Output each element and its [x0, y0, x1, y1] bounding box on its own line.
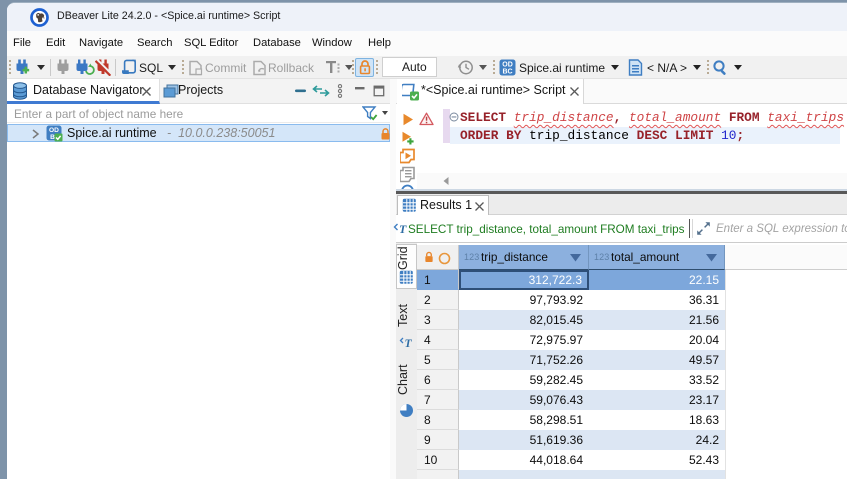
svg-text:B: B: [50, 134, 55, 141]
svg-text:BC: BC: [502, 69, 512, 76]
svg-text:T: T: [405, 338, 413, 350]
svg-text:T: T: [399, 222, 407, 236]
svg-text:OD: OD: [502, 62, 513, 69]
